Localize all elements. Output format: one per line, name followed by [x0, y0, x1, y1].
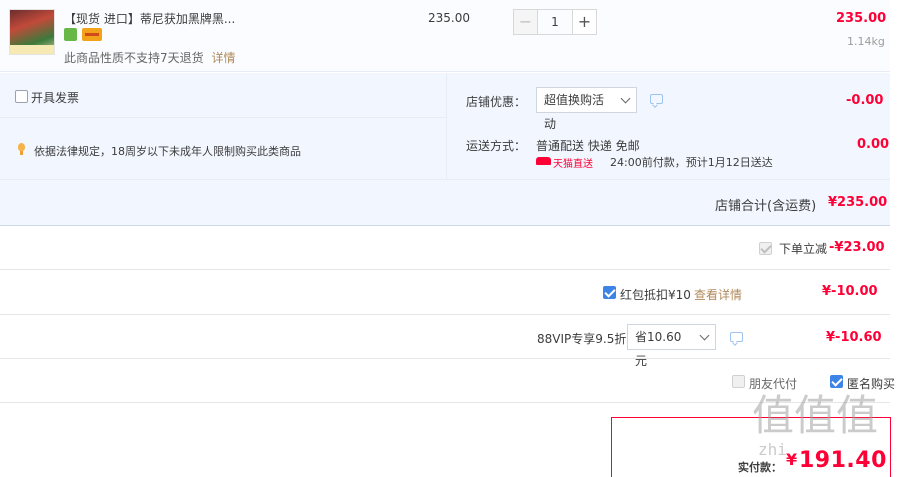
return-notice: 此商品性质不支持7天退货: [64, 51, 204, 65]
redpacket-checkbox[interactable]: [603, 286, 616, 299]
quantity-decrease-button[interactable]: −: [513, 9, 538, 35]
product-thumbnail[interactable]: [9, 9, 55, 55]
shop-total-label: 店铺合计(含运费): [715, 199, 817, 214]
invoice-checkbox[interactable]: [15, 90, 28, 103]
card-badge-icon: [82, 28, 102, 41]
lightbulb-icon: [18, 143, 25, 155]
shop-promo-label: 店铺优惠：: [466, 95, 527, 109]
divider: [0, 314, 890, 315]
divider: [0, 179, 890, 180]
vip-discount-label: 88VIP专享9.5折: [537, 332, 627, 346]
vip-discount-select[interactable]: 省10.60元: [627, 324, 716, 368]
unit-price: 235.00: [428, 11, 470, 25]
final-currency: ¥: [786, 450, 798, 469]
product-title[interactable]: 【现货 进口】蒂尼获加黑牌黑...: [64, 10, 235, 27]
shop-promo-select[interactable]: 超值换购活动: [536, 87, 637, 131]
redpacket-label: 红包抵扣¥10: [620, 288, 691, 302]
chevron-down-icon: [620, 93, 631, 104]
delivery-estimate: 24:00前付款，预计1月12日送达: [610, 156, 773, 169]
chevron-down-icon: [699, 330, 710, 341]
instant-discount-checkbox: [759, 242, 772, 255]
divider: [0, 117, 446, 118]
shop-total-amount: ¥235.00: [828, 195, 888, 210]
return-details-link[interactable]: 详情: [211, 51, 235, 65]
quantity-increase-button[interactable]: +: [572, 9, 597, 35]
friend-pay-checkbox[interactable]: [732, 375, 745, 388]
shipping-fee: 0.00: [857, 137, 890, 152]
tmall-direct-tag: 天猫直送: [553, 159, 593, 170]
invoice-label: 开具发票: [31, 91, 80, 105]
quantity-input[interactable]: 1: [538, 9, 572, 35]
shop-promo-amount: -0.00: [846, 93, 884, 108]
watermark-site: zhi: [758, 440, 787, 459]
final-amount: 191.40: [799, 448, 887, 473]
instant-discount-amount: -¥23.00: [829, 240, 885, 255]
divider: [0, 225, 890, 226]
product-weight: 1.14kg: [847, 35, 885, 48]
age-restriction-notice: 依据法律规定，18周岁以下未成年人限制购买此类商品: [34, 145, 301, 158]
redpacket-amount: ¥-10.00: [822, 284, 878, 299]
tmall-cat-icon: [536, 157, 551, 165]
divider: [446, 73, 447, 180]
chat-bubble-icon[interactable]: [730, 332, 743, 342]
friend-pay-label: 朋友代付: [749, 377, 798, 391]
chat-bubble-icon[interactable]: [650, 94, 663, 104]
redpacket-details-link[interactable]: 查看详情: [694, 286, 742, 303]
anonymous-purchase-checkbox[interactable]: [830, 375, 843, 388]
vip-discount-select-value: 省10.60元: [635, 330, 682, 368]
product-subtotal: 235.00: [836, 11, 887, 26]
quantity-stepper: − 1 +: [513, 9, 599, 35]
service-badge-icon: [64, 28, 77, 41]
divider: [0, 269, 890, 270]
anonymous-purchase-label: 匿名购买: [847, 377, 896, 391]
instant-discount-label: 下单立减: [779, 242, 828, 256]
shipping-method: 普通配送 快递 免邮: [536, 139, 640, 153]
divider: [0, 358, 890, 359]
watermark-logo: 值值值: [752, 391, 879, 440]
shipping-label: 运送方式：: [466, 139, 527, 153]
vip-discount-amount: ¥-10.60: [826, 330, 882, 345]
final-pay-label: 实付款：: [738, 461, 782, 474]
